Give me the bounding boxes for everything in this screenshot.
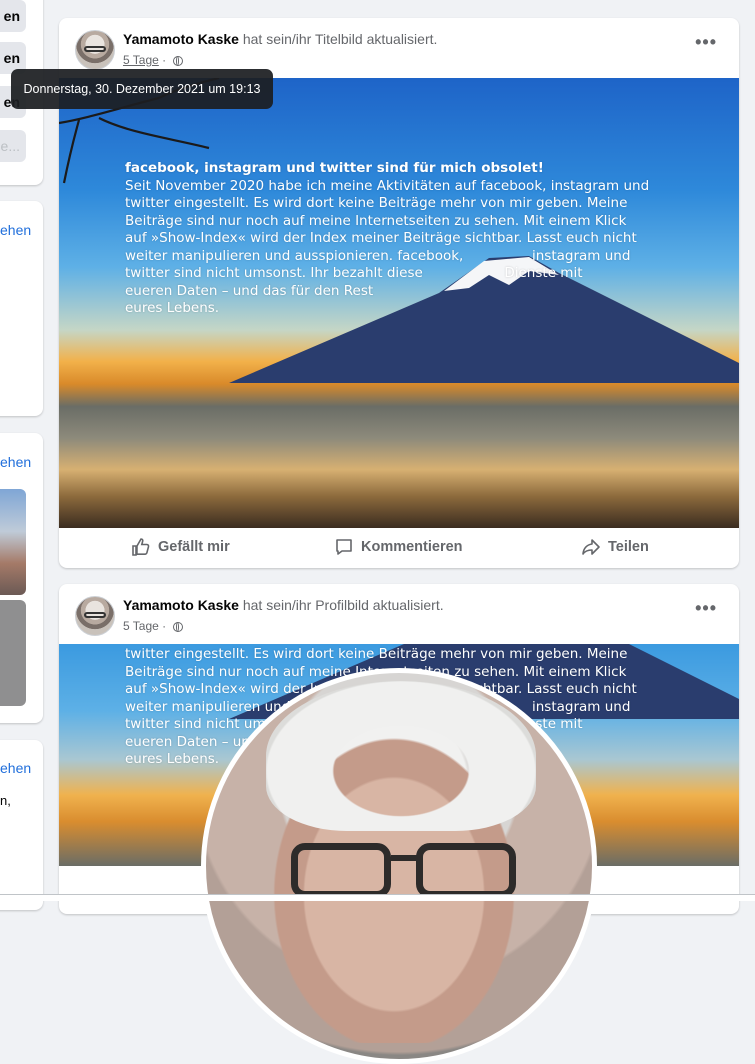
post-header: Yamamoto Kaske hat sein/ihr Titelbild ak… xyxy=(123,31,437,47)
more-options-icon[interactable]: ••• xyxy=(695,33,717,51)
author-avatar[interactable] xyxy=(75,596,115,636)
left-photo-1[interactable] xyxy=(0,489,26,595)
cover-line-7: eueren Daten – und das für den Rest xyxy=(125,282,374,299)
like-label: Gefällt mir xyxy=(158,539,230,555)
post-timestamp[interactable]: 5 Tage xyxy=(123,53,159,67)
author-name[interactable]: Yamamoto Kaske xyxy=(123,31,239,47)
bottom-bar xyxy=(0,895,755,901)
globe-icon xyxy=(172,622,183,632)
left-link-3[interactable]: ehen xyxy=(0,760,31,776)
cover-line-5: weiter manipulieren und ausspionieren. f… xyxy=(125,247,631,264)
like-button[interactable]: Gefällt mir xyxy=(131,537,230,557)
cover-photo[interactable]: facebook, instagram und twitter sind für… xyxy=(59,78,739,528)
cover-line-8: eures Lebens. xyxy=(125,300,220,316)
post-meta: 5 Tage · xyxy=(123,619,183,633)
thumbs-up-icon xyxy=(132,538,150,556)
post-actions: Gefällt mir Kommentieren Teilen xyxy=(59,528,739,568)
post-action-text: hat sein/ihr Titelbild aktualisiert. xyxy=(242,31,438,47)
left-button-1[interactable]: en xyxy=(0,0,26,32)
glasses-left-lens xyxy=(291,843,391,898)
glasses-bridge xyxy=(391,855,421,861)
post-action-text: hat sein/ihr Profilbild aktualisiert. xyxy=(242,597,444,613)
cover-photo-text: facebook, instagram und twitter sind für… xyxy=(125,160,685,318)
left-link-2[interactable]: ehen xyxy=(0,454,31,470)
share-icon xyxy=(582,539,600,555)
cover-line-3: Beiträge sind nur noch auf meine Interne… xyxy=(125,212,627,229)
avatar-glasses xyxy=(84,46,106,52)
cover-line-4: auf »Show-Index« wird der Index meiner B… xyxy=(125,230,637,246)
timestamp-tooltip: Donnerstag, 30. Dezember 2021 um 19:13 xyxy=(11,69,273,109)
cover-line-1: Seit November 2020 habe ich meine Aktivi… xyxy=(125,177,650,194)
globe-icon xyxy=(172,56,183,66)
post-header: Yamamoto Kaske hat sein/ihr Profilbild a… xyxy=(123,597,444,613)
share-label: Teilen xyxy=(608,539,649,555)
cover-line-6: twitter sind nicht umsonst. Ihr bezahlt … xyxy=(125,265,583,281)
cover-line-2: twitter eingestellt. Es wird dort keine … xyxy=(125,195,628,211)
cover-line-2: twitter eingestellt. Es wird dort keine … xyxy=(125,646,628,662)
share-button[interactable]: Teilen xyxy=(581,537,649,557)
comment-icon xyxy=(336,539,352,555)
glasses-right-lens xyxy=(416,843,516,898)
post-meta: 5 Tage · xyxy=(123,53,183,67)
left-button-4[interactable]: ge... xyxy=(0,130,26,162)
left-text-fragment: n, xyxy=(0,793,11,808)
post-timestamp[interactable]: 5 Tage xyxy=(123,619,159,633)
avatar-glasses xyxy=(84,612,106,618)
comment-button[interactable]: Kommentieren xyxy=(334,537,463,557)
author-name[interactable]: Yamamoto Kaske xyxy=(123,597,239,613)
hair-illustration xyxy=(266,681,536,831)
left-photo-2[interactable] xyxy=(0,600,26,706)
profile-photo[interactable] xyxy=(201,668,597,1064)
meta-separator: · xyxy=(162,53,167,67)
meta-separator: · xyxy=(162,619,167,633)
author-avatar[interactable] xyxy=(75,30,115,70)
more-options-icon[interactable]: ••• xyxy=(695,599,717,617)
left-link-1[interactable]: ehen xyxy=(0,222,31,238)
comment-label: Kommentieren xyxy=(361,539,463,555)
cover-headline: facebook, instagram und twitter sind für… xyxy=(125,160,544,176)
